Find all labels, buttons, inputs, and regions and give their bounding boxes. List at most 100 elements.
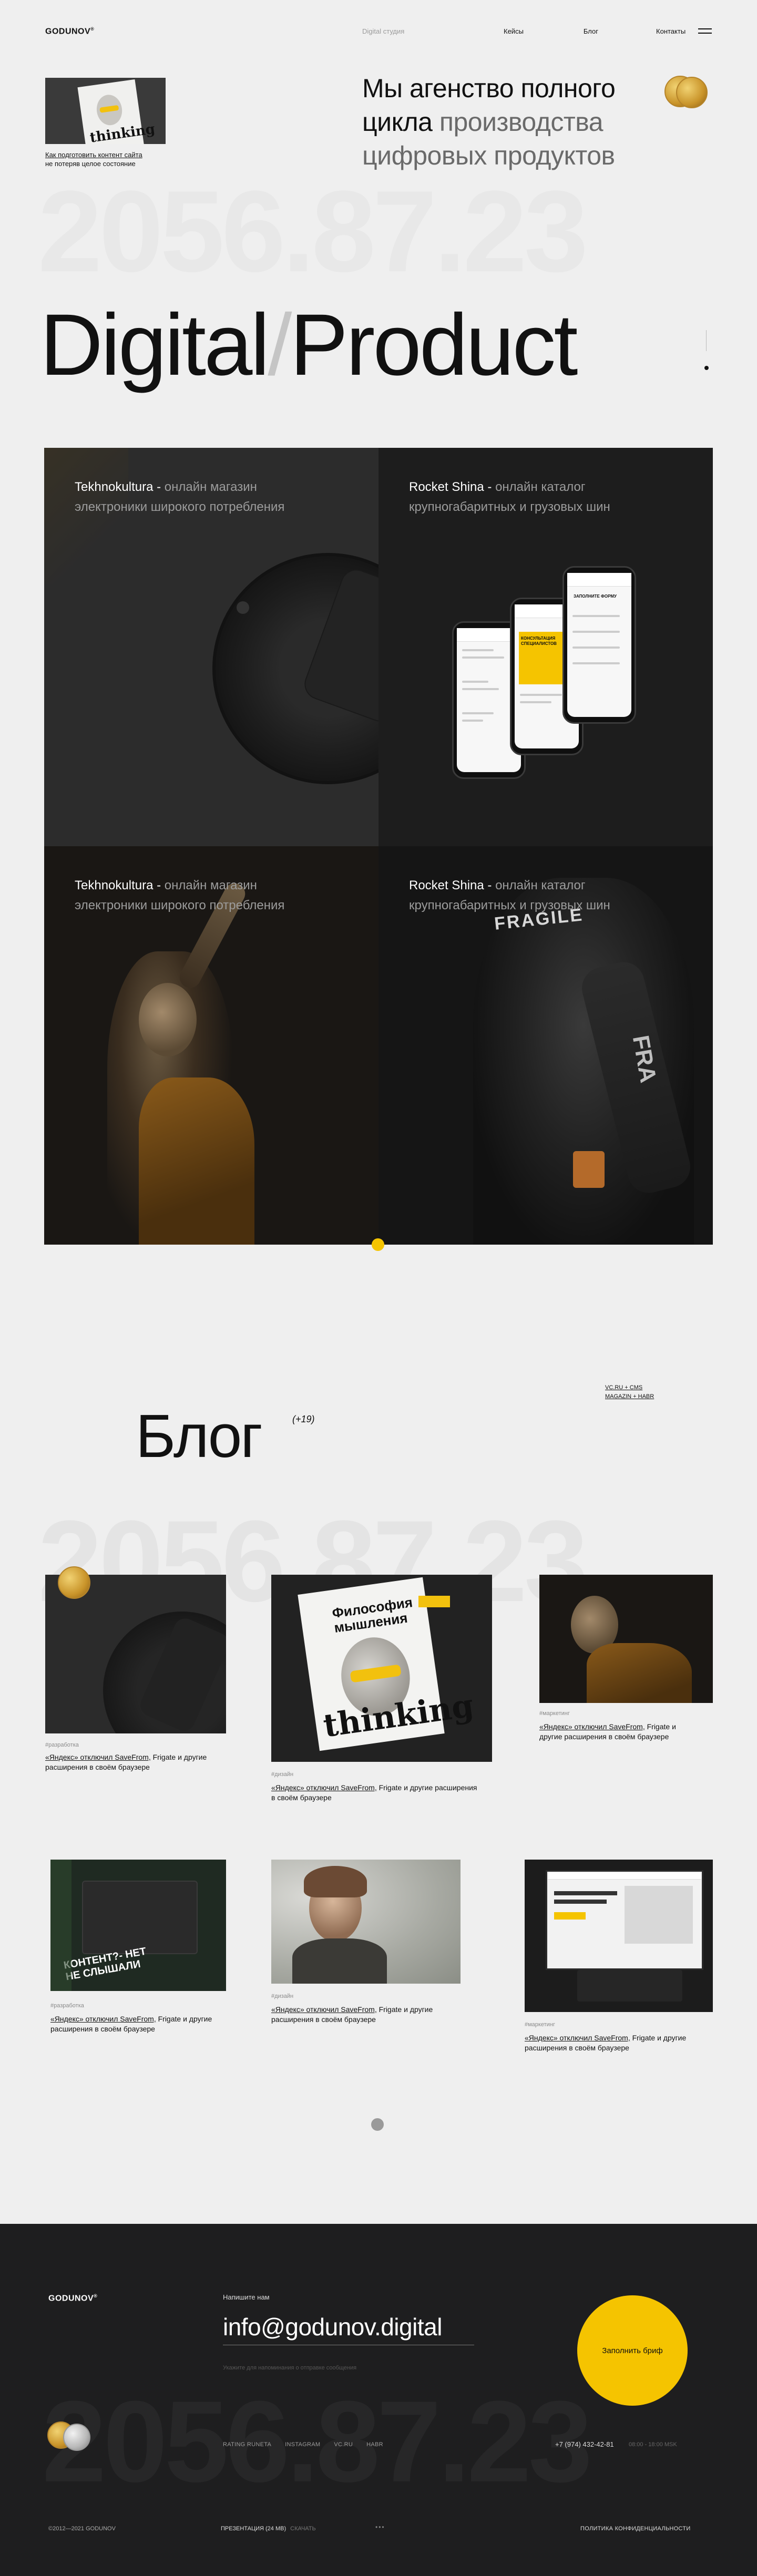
armor-image: FRAGILE FRA [473,878,695,1245]
scroll-line [706,330,707,351]
post-title[interactable]: «Яндекс» отключил SaveFrom, Frigate и др… [45,1752,213,1772]
post-tag[interactable]: #маркетинг [525,2021,555,2028]
email-hint: Укажите для напоминания о отправке сообщ… [223,2365,357,2371]
post-title-link[interactable]: «Яндекс» отключил SaveFrom, [271,1783,377,1792]
footer-logo-mark: ® [94,2293,98,2298]
post-image: Философия мышления thinking [271,1575,492,1762]
post-tag[interactable]: #разработка [45,1742,79,1748]
case-card[interactable]: КОНСУЛЬТАЦИЯ СПЕЦИАЛИСТОВ ЗАПОЛНИТЕ ФОРМ… [378,448,713,846]
blog-pagination-dot[interactable] [371,2118,384,2131]
post-title[interactable]: «Яндекс» отключил SaveFrom, Frigate и др… [50,2014,224,2034]
hero-title-line-2a: цикла [362,107,439,137]
blog-tags: VC.RU + CMS MAGAZIN + HABR [605,1383,654,1401]
download-link[interactable]: СКАЧАТЬ [290,2526,316,2532]
phone-mockup: ЗАПОЛНИТЕ ФОРМУ [562,566,636,724]
case-label: Tekhnokultura - онлайн магазин электрони… [75,876,316,916]
coins-icon [47,2421,100,2455]
hero-article-image[interactable]: thinking [45,78,166,144]
presentation-link[interactable]: ПРЕЗЕНТАЦИЯ (24 MB) [221,2526,286,2532]
post-tag[interactable]: #дизайн [271,1993,293,1999]
case-sep: - [484,480,496,494]
cases-grid: Tekhnokultura - онлайн магазин электрони… [44,448,713,1245]
footer-link-rating[interactable]: RATING RUNETA [223,2441,271,2448]
logo-text: GODUNOV [45,27,91,36]
footer-logo-text: GODUNOV [48,2294,94,2303]
logo[interactable]: GODUNOV® [45,26,94,36]
case-label: Rocket Shina - онлайн каталог крупногаба… [409,477,651,517]
email-link[interactable]: info@godunov.digital [223,2312,474,2345]
case-label: Tekhnokultura - онлайн магазин электрони… [75,477,316,517]
footer-link-vc[interactable]: VC.RU [334,2441,353,2448]
post-title[interactable]: «Яндекс» отключил SaveFrom, Frigate и др… [271,1783,482,1803]
coins-icon [664,76,710,109]
site-footer: 2056.87.23 GODUNOV® Напишите нам info@go… [0,2224,757,2576]
title-slash: / [268,296,292,394]
footer-copyright: ©2012—2021 GODUNOV [48,2526,116,2532]
studio-label: Digital студия [362,27,405,35]
fill-brief-button[interactable]: Заполнить бриф [577,2295,688,2406]
case-label: Rocket Shina - онлайн каталог крупногаба… [409,876,651,916]
footer-presentation: ПРЕЗЕНТАЦИЯ (24 MB) СКАЧАТЬ [221,2526,316,2532]
case-card[interactable]: Tekhnokultura - онлайн магазин электрони… [44,846,378,1245]
footer-link-instagram[interactable]: INSTAGRAM [285,2441,320,2448]
coin-icon [58,1566,90,1599]
nav-item-contacts[interactable]: Контакты [656,27,686,35]
magazine-word: thinking [89,121,156,144]
painting-image [107,951,254,1245]
hero-title-line-1: Мы агенство полного [362,74,616,103]
blog-tag-link[interactable]: MAGAZIN + HABR [605,1393,654,1400]
background-number: 2056.87.23 [38,167,588,296]
blog-title: Блог [136,1402,263,1470]
site-header: GODUNOV® Digital студия Кейсы Блог Конта… [45,25,712,38]
post-title[interactable]: «Яндекс» отключил SaveFrom, Frigate и др… [539,1722,681,1742]
post-image [525,1860,713,2012]
post-title[interactable]: «Яндекс» отключил SaveFrom, Frigate и др… [271,2005,450,2025]
footer-dots: ••• [375,2523,385,2531]
robot-vacuum-image [212,553,378,784]
post-tag[interactable]: #дизайн [271,1771,293,1778]
hero-title-line-3: цифровых продуктов [362,141,615,170]
menu-icon[interactable] [698,28,712,34]
hero-article-link[interactable]: Как подготовить контент сайта [45,151,142,159]
post-title-link[interactable]: «Яндекс» отключил SaveFrom, [50,2015,156,2023]
post-title-link[interactable]: «Яндекс» отключил SaveFrom, [525,2034,630,2042]
post-title-link[interactable]: «Яндекс» отключил SaveFrom, [271,2005,377,2014]
post-title-link[interactable]: «Яндекс» отключил SaveFrom, [45,1753,151,1761]
nav-item-blog[interactable]: Блог [584,27,598,35]
post-tag[interactable]: #разработка [50,2003,84,2009]
phone-form-text: ЗАПОЛНИТЕ ФОРМУ [574,594,617,599]
footer-logo[interactable]: GODUNOV® [48,2293,97,2303]
case-sep: - [484,878,496,892]
case-card[interactable]: FRAGILE FRA Rocket Shina - онлайн катало… [378,846,713,1245]
logo-mark: ® [90,26,95,32]
privacy-policy-link[interactable]: ПОЛИТИКА КОНФИДЕНЦИАЛЬНОСТИ [580,2526,691,2532]
footer-hours: 08:00 - 18:00 MSK [629,2441,677,2448]
case-card[interactable]: Tekhnokultura - онлайн магазин электрони… [44,448,378,846]
case-name: Rocket Shina [409,878,484,892]
write-us-label: Напишите нам [223,2293,270,2301]
post-title[interactable]: «Яндекс» отключил SaveFrom, Frigate и др… [525,2033,703,2053]
scroll-indicator[interactable] [704,366,709,370]
post-image [539,1575,713,1703]
magazine-image: thinking [77,79,156,144]
case-sep: - [153,480,165,494]
nav-item-cases[interactable]: Кейсы [504,27,524,35]
post-title-link[interactable]: «Яндекс» отключил SaveFrom, [539,1722,645,1731]
case-name: Rocket Shina [409,480,484,494]
post-tag[interactable]: #маркетинг [539,1710,570,1717]
footer-links: RATING RUNETA INSTAGRAM VC.RU HABR [223,2441,383,2448]
footer-phone[interactable]: +7 (974) 432-42-81 [555,2440,614,2448]
footer-link-habr[interactable]: HABR [366,2441,383,2448]
title-digital: Digital [40,296,270,394]
blog-tag-link[interactable]: VC.RU + CMS [605,1384,642,1391]
case-sep: - [153,878,165,892]
digital-product-title: Digital/Product [40,301,578,390]
blog-count: (+19) [292,1414,315,1424]
case-name: Tekhnokultura [75,878,154,892]
main-nav: Кейсы Блог Контакты [504,27,686,35]
post-image [271,1860,461,1984]
cases-slider-dot[interactable] [372,1238,384,1251]
title-product: Product [290,296,578,394]
hero-title: Мы агенство полного цикла производства ц… [362,71,657,172]
hero-title-line-2b: производства [439,107,603,137]
